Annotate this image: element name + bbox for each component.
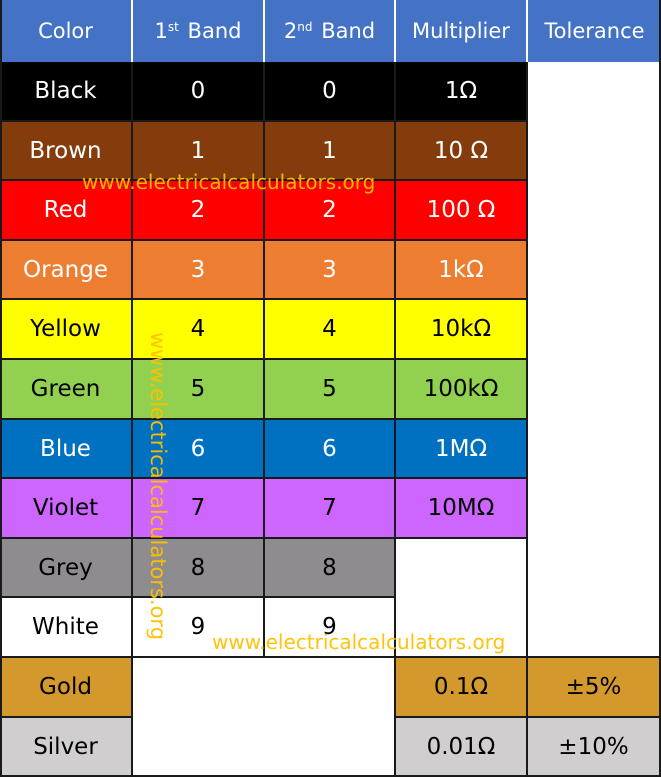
cell-color: Green [0, 360, 133, 420]
cell-tolerance [528, 360, 661, 420]
cell-band1 [133, 718, 265, 777]
cell-multiplier: 0.01Ω [396, 718, 528, 777]
header-band1: 1st Band [133, 0, 265, 62]
cell-multiplier: 100 Ω [396, 181, 528, 241]
cell-multiplier: 10kΩ [396, 300, 528, 360]
cell-color: Silver [0, 718, 133, 777]
cell-band1: 2 [133, 181, 265, 241]
header-tolerance: Tolerance [528, 0, 661, 62]
cell-tolerance [528, 62, 661, 122]
cell-color: Yellow [0, 300, 133, 360]
cell-band2: 2 [265, 181, 396, 241]
header-band2-sup: nd [297, 20, 313, 34]
cell-multiplier [396, 539, 528, 598]
cell-tolerance [528, 598, 661, 658]
cell-color: Violet [0, 479, 133, 539]
header-band1-num: 1 [154, 19, 168, 43]
cell-color: Brown [0, 122, 133, 181]
cell-color: Gold [0, 658, 133, 718]
cell-tolerance [528, 181, 661, 241]
cell-color: Black [0, 62, 133, 122]
cell-band1: 5 [133, 360, 265, 420]
cell-tolerance [528, 539, 661, 598]
cell-band1: 1 [133, 122, 265, 181]
header-band1-label: Band [187, 19, 242, 43]
cell-tolerance: ±10% [528, 718, 661, 777]
cell-multiplier: 0.1Ω [396, 658, 528, 718]
cell-multiplier: 100kΩ [396, 360, 528, 420]
cell-band2: 0 [265, 62, 396, 122]
cell-color: Red [0, 181, 133, 241]
cell-multiplier: 1Ω [396, 62, 528, 122]
cell-band1: 8 [133, 539, 265, 598]
header-band2: 2nd Band [265, 0, 396, 62]
cell-color: Grey [0, 539, 133, 598]
header-multiplier: Multiplier [396, 0, 528, 62]
cell-color: White [0, 598, 133, 658]
cell-band1: 6 [133, 420, 265, 479]
cell-multiplier [396, 598, 528, 658]
cell-multiplier: 10MΩ [396, 479, 528, 539]
cell-band2 [265, 718, 396, 777]
cell-multiplier: 1MΩ [396, 420, 528, 479]
cell-band1 [133, 658, 265, 718]
cell-multiplier: 1kΩ [396, 241, 528, 300]
cell-color: Orange [0, 241, 133, 300]
cell-tolerance [528, 241, 661, 300]
cell-tolerance [528, 479, 661, 539]
cell-band2: 8 [265, 539, 396, 598]
cell-band1: 9 [133, 598, 265, 658]
cell-band2: 5 [265, 360, 396, 420]
cell-tolerance [528, 300, 661, 360]
cell-band2: 4 [265, 300, 396, 360]
header-band1-sup: st [167, 20, 179, 34]
cell-multiplier: 10 Ω [396, 122, 528, 181]
cell-tolerance: ±5% [528, 658, 661, 718]
cell-tolerance [528, 420, 661, 479]
cell-band2: 1 [265, 122, 396, 181]
cell-color: Blue [0, 420, 133, 479]
cell-band2: 3 [265, 241, 396, 300]
header-band2-num: 2 [283, 19, 298, 43]
resistor-color-code-table: Color 1st Band 2nd Band Multiplier Toler… [0, 0, 661, 777]
cell-tolerance [528, 122, 661, 181]
cell-band2: 6 [265, 420, 396, 479]
cell-band1: 7 [133, 479, 265, 539]
cell-band2: 7 [265, 479, 396, 539]
cell-band2: 9 [265, 598, 396, 658]
cell-band1: 0 [133, 62, 265, 122]
cell-band2 [265, 658, 396, 718]
header-color: Color [0, 0, 133, 62]
cell-band1: 4 [133, 300, 265, 360]
header-band2-label: Band [321, 19, 376, 43]
cell-band1: 3 [133, 241, 265, 300]
